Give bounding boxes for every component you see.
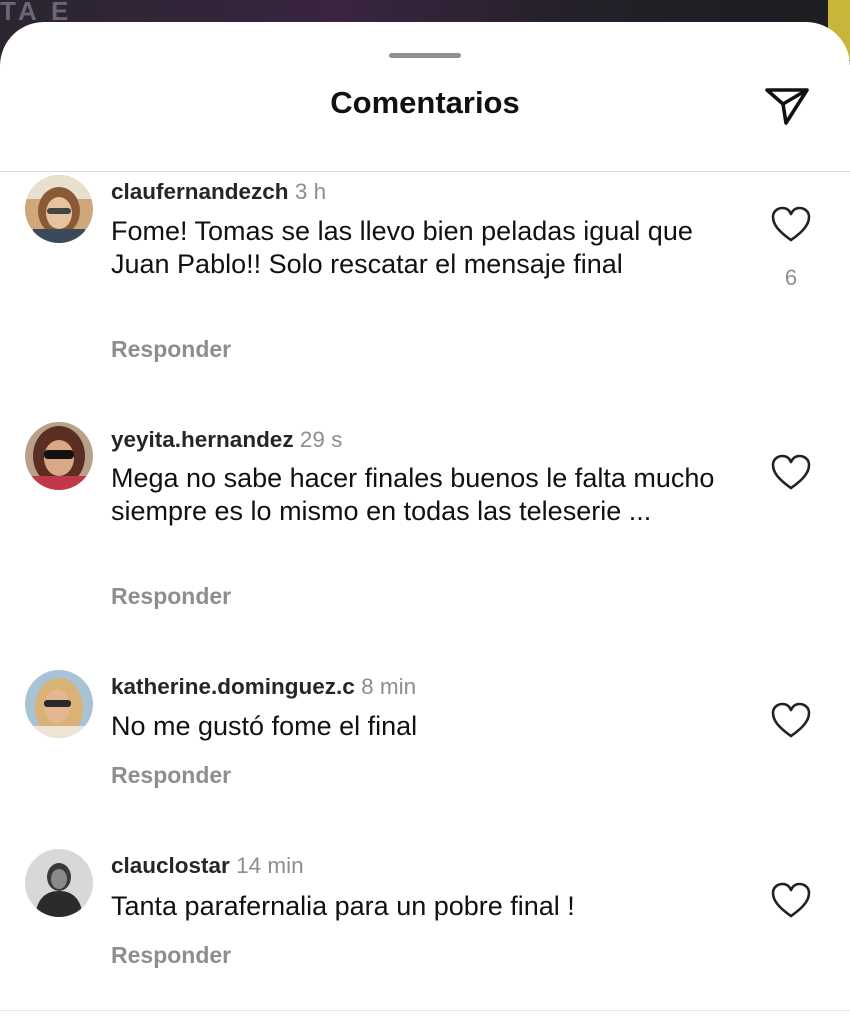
comment-header: katherine.dominguez.c 8 min <box>111 674 416 700</box>
comment-timestamp: 14 min <box>236 853 304 878</box>
comment-username[interactable]: claufernandezch <box>111 179 289 204</box>
avatar[interactable] <box>25 849 93 917</box>
avatar[interactable] <box>25 670 93 738</box>
heart-outline-icon[interactable] <box>770 205 812 243</box>
reply-button[interactable]: Responder <box>111 942 231 969</box>
comment-text: Tanta parafernalia para un pobre final ! <box>111 891 575 921</box>
comment-text: Mega no sabe hacer finales buenos le fal… <box>111 463 715 526</box>
reply-button[interactable]: Responder <box>111 762 231 789</box>
send-icon[interactable] <box>762 80 812 130</box>
header-divider <box>0 171 850 172</box>
bottom-divider <box>0 1010 850 1011</box>
heart-outline-icon[interactable] <box>770 881 812 919</box>
avatar[interactable] <box>25 422 93 490</box>
comment-header: claufernandezch 3 h <box>111 179 326 205</box>
comment-header: yeyita.hernandez 29 s <box>111 427 342 453</box>
reply-button[interactable]: Responder <box>111 336 231 363</box>
comment-username[interactable]: katherine.dominguez.c <box>111 674 355 699</box>
heart-outline-icon[interactable] <box>770 453 812 491</box>
like-count: 6 <box>784 265 798 290</box>
comment-username[interactable]: clauclostar <box>111 853 230 878</box>
comment-username[interactable]: yeyita.hernandez <box>111 427 294 452</box>
comment-header: clauclostar 14 min <box>111 853 304 879</box>
comments-sheet: Comentarios claufernandezch 3 h Fome! To… <box>0 22 850 1024</box>
comment-timestamp: 8 min <box>361 674 417 699</box>
comment-timestamp: 3 h <box>294 179 327 204</box>
sheet-title: Comentarios <box>330 85 520 120</box>
sheet-grabber-handle[interactable] <box>389 53 461 58</box>
avatar[interactable] <box>25 175 93 243</box>
comment-text: Fome! Tomas se las llevo bien peladas ig… <box>111 216 693 279</box>
reply-button[interactable]: Responder <box>111 583 231 610</box>
comment-text: No me gustó fome el final <box>111 711 418 741</box>
comment-timestamp: 29 s <box>299 427 343 452</box>
heart-outline-icon[interactable] <box>770 701 812 739</box>
